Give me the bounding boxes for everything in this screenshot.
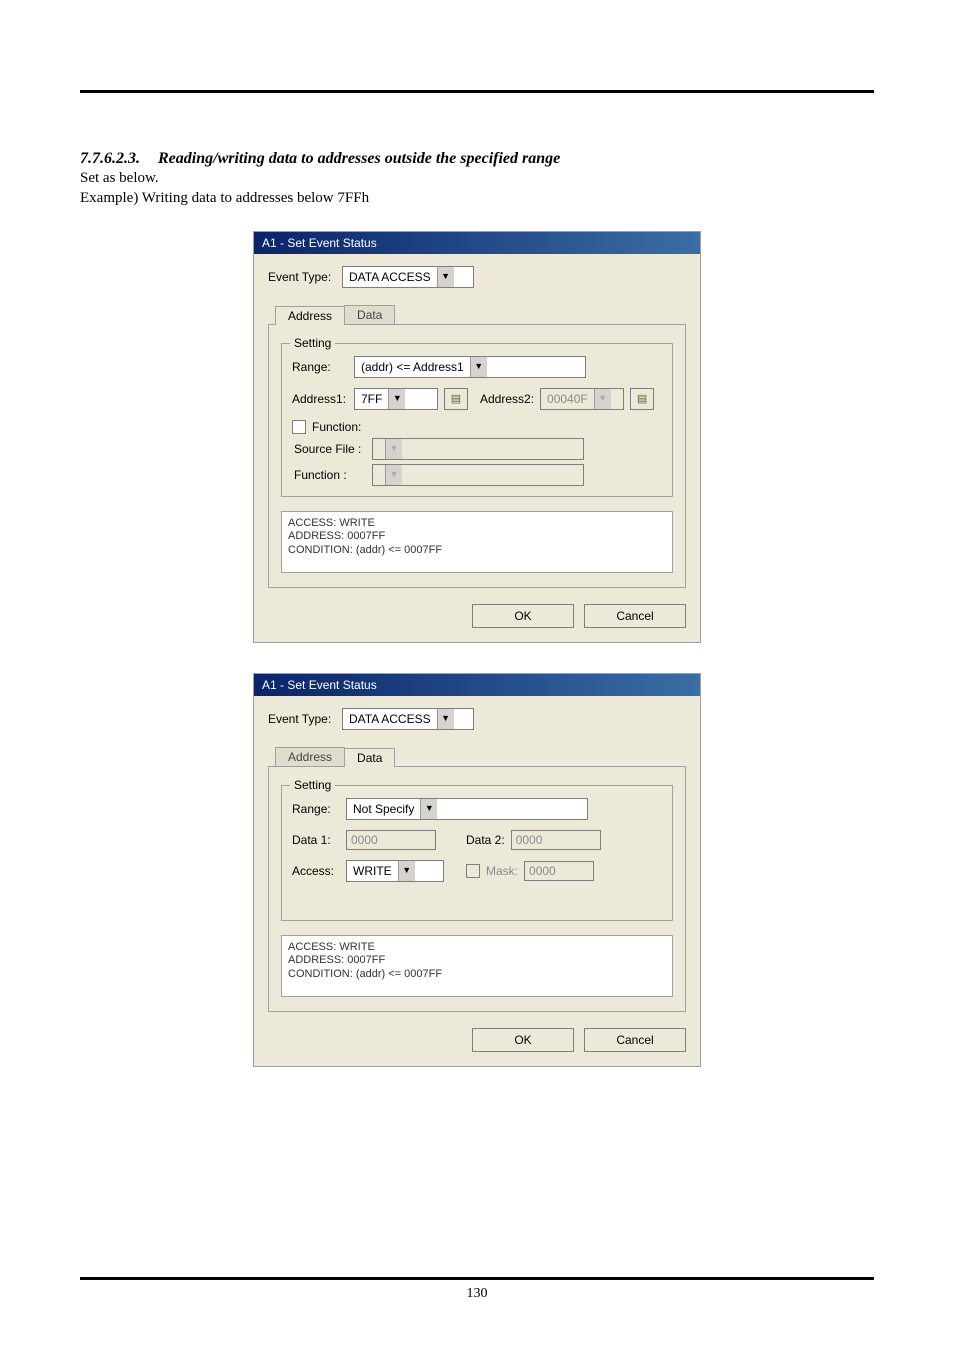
dialog-title: A1 - Set Event Status bbox=[254, 674, 700, 696]
cancel-button[interactable]: Cancel bbox=[584, 604, 686, 628]
event-type-select[interactable]: DATA ACCESS ▼ bbox=[342, 266, 474, 288]
tab-address[interactable]: Address bbox=[275, 306, 345, 325]
data2-label: Data 2: bbox=[466, 833, 505, 847]
address2-input: 00040F ▼ bbox=[540, 388, 624, 410]
tab-address[interactable]: Address bbox=[275, 747, 345, 766]
address1-input[interactable]: 7FF ▼ bbox=[354, 388, 438, 410]
page-number: 130 bbox=[0, 1286, 954, 1302]
address1-browse-button[interactable]: ▤ bbox=[444, 388, 468, 410]
dialog-address: A1 - Set Event Status Event Type: DATA A… bbox=[253, 231, 701, 643]
setting-group: Setting Range: Not Specify ▼ Data 1: 000… bbox=[281, 785, 673, 921]
group-title: Setting bbox=[290, 336, 335, 350]
mask-input: 0000 bbox=[524, 861, 594, 881]
tab-panel: Address Data Setting Range: (addr) <= Ad… bbox=[268, 324, 686, 588]
chevron-down-icon: ▼ bbox=[594, 389, 611, 409]
function-chk-label: Function: bbox=[312, 420, 361, 434]
function-select: ▼ bbox=[372, 464, 584, 486]
chevron-down-icon: ▼ bbox=[437, 267, 454, 287]
access-label: Access: bbox=[292, 864, 340, 878]
section-heading: 7.7.6.2.3. Reading/writing data to addre… bbox=[80, 150, 874, 168]
data1-input: 0000 bbox=[346, 830, 436, 850]
address2-label: Address2: bbox=[480, 392, 534, 406]
summary-box: ACCESS: WRITE ADDRESS: 0007FF CONDITION:… bbox=[281, 935, 673, 997]
dialog-data: A1 - Set Event Status Event Type: DATA A… bbox=[253, 673, 701, 1067]
group-title: Setting bbox=[290, 778, 335, 792]
heading-text: Reading/writing data to addresses outsid… bbox=[158, 150, 560, 167]
function-checkbox[interactable] bbox=[292, 420, 306, 434]
body-line-1: Set as below. bbox=[80, 168, 874, 188]
summary-box: ACCESS: WRITE ADDRESS: 0007FF CONDITION:… bbox=[281, 511, 673, 573]
tab-data[interactable]: Data bbox=[344, 305, 395, 324]
event-type-select[interactable]: DATA ACCESS ▼ bbox=[342, 708, 474, 730]
chevron-down-icon: ▼ bbox=[398, 861, 415, 881]
chevron-down-icon: ▼ bbox=[437, 709, 454, 729]
range-select[interactable]: Not Specify ▼ bbox=[346, 798, 588, 820]
chevron-down-icon: ▼ bbox=[420, 799, 437, 819]
sheet-icon: ▤ bbox=[637, 392, 647, 405]
chevron-down-icon: ▼ bbox=[470, 357, 487, 377]
setting-group: Setting Range: (addr) <= Address1 ▼ Addr… bbox=[281, 343, 673, 497]
function-label: Function : bbox=[292, 468, 366, 482]
body-line-2: Example) Writing data to addresses below… bbox=[80, 188, 874, 208]
range-label: Range: bbox=[292, 802, 340, 816]
address1-label: Address1: bbox=[292, 392, 348, 406]
event-type-label: Event Type: bbox=[268, 712, 336, 726]
heading-number: 7.7.6.2.3. bbox=[80, 150, 154, 168]
mask-label: Mask: bbox=[486, 864, 518, 878]
event-type-label: Event Type: bbox=[268, 270, 336, 284]
cancel-button[interactable]: Cancel bbox=[584, 1028, 686, 1052]
source-file-select: ▼ bbox=[372, 438, 584, 460]
range-select[interactable]: (addr) <= Address1 ▼ bbox=[354, 356, 586, 378]
access-select[interactable]: WRITE ▼ bbox=[346, 860, 444, 882]
data2-input: 0000 bbox=[511, 830, 601, 850]
chevron-down-icon: ▼ bbox=[385, 465, 402, 485]
data1-label: Data 1: bbox=[292, 833, 340, 847]
chevron-down-icon: ▼ bbox=[388, 389, 405, 409]
address2-browse-button[interactable]: ▤ bbox=[630, 388, 654, 410]
source-file-label: Source File : bbox=[292, 442, 366, 456]
dialog-title: A1 - Set Event Status bbox=[254, 232, 700, 254]
mask-checkbox bbox=[466, 864, 480, 878]
tab-data[interactable]: Data bbox=[344, 748, 395, 767]
sheet-icon: ▤ bbox=[451, 392, 461, 405]
chevron-down-icon: ▼ bbox=[385, 439, 402, 459]
ok-button[interactable]: OK bbox=[472, 1028, 574, 1052]
ok-button[interactable]: OK bbox=[472, 604, 574, 628]
range-label: Range: bbox=[292, 360, 348, 374]
tab-panel: Address Data Setting Range: Not Specify … bbox=[268, 766, 686, 1012]
